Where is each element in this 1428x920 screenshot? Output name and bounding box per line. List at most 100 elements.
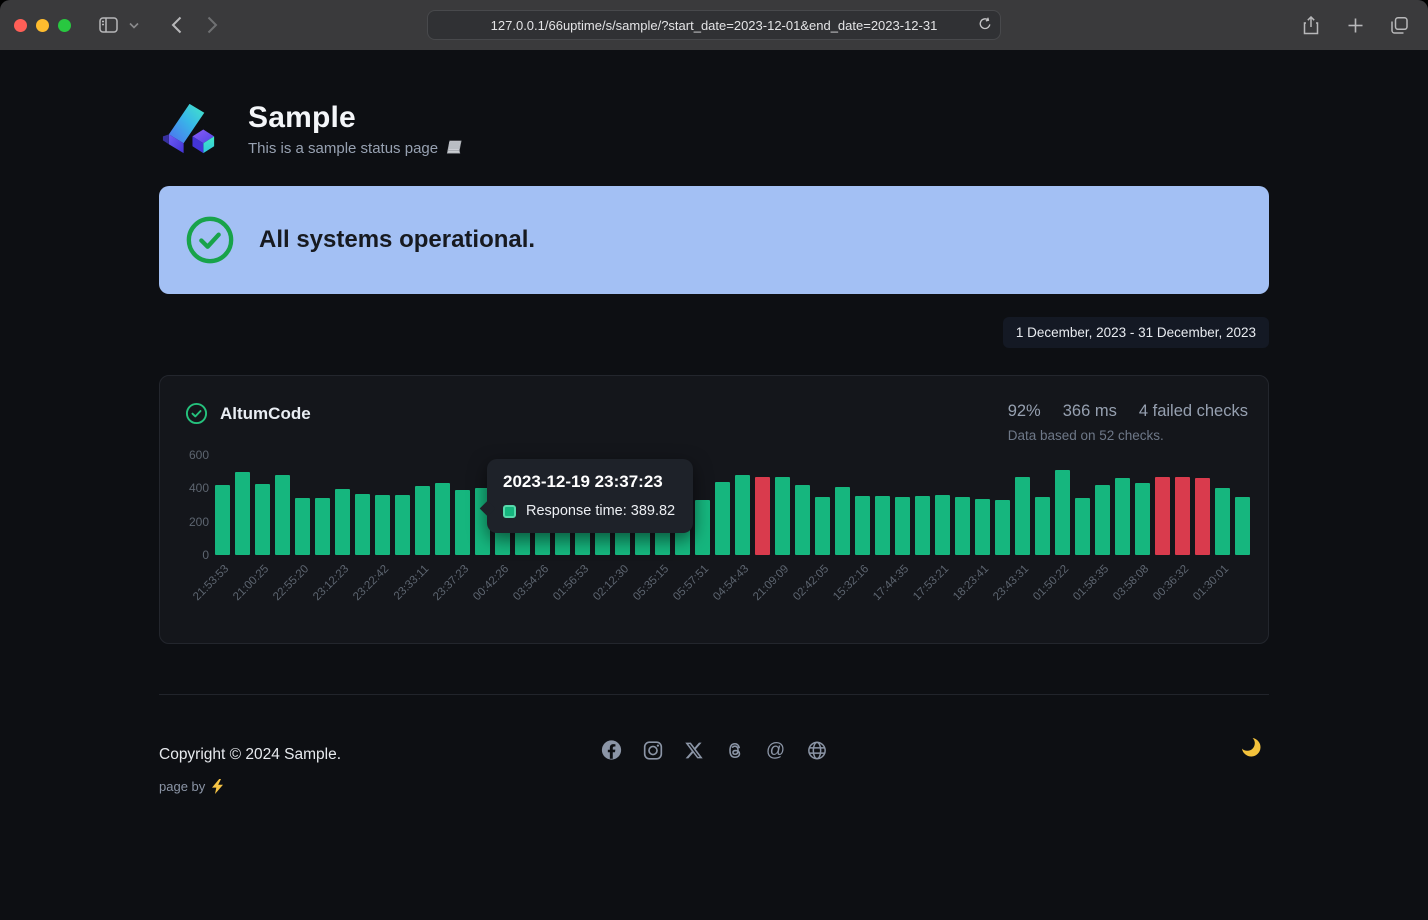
chart-bar[interactable] (455, 490, 470, 555)
site-logo-icon (159, 97, 222, 160)
x-axis-label: 01:30:01 (1191, 563, 1231, 603)
back-button[interactable] (161, 10, 191, 40)
x-axis-label: 23:22:42 (351, 563, 391, 603)
chevron-down-icon[interactable] (119, 10, 149, 40)
chart-bar[interactable] (1135, 483, 1150, 555)
globe-icon[interactable] (806, 739, 828, 761)
window-controls (14, 19, 71, 32)
x-axis-label: 05:35:15 (631, 563, 671, 603)
chart-bar[interactable] (1015, 477, 1030, 555)
x-axis-label: 23:43:31 (991, 563, 1031, 603)
chart-bar[interactable] (1095, 485, 1110, 555)
x-axis-label: 22:55:20 (271, 563, 311, 603)
instagram-icon[interactable] (642, 739, 664, 761)
lightning-bolt-icon[interactable] (211, 779, 224, 794)
chart-bar[interactable] (335, 489, 350, 555)
x-axis-label: 18:23:41 (951, 563, 991, 603)
reload-icon[interactable] (978, 16, 992, 35)
chart-bar[interactable] (1215, 488, 1230, 555)
average-response-time: 366 ms (1063, 402, 1117, 421)
browser-toolbar: 127.0.0.1/66uptime/s/sample/?start_date=… (0, 0, 1428, 50)
chart-bar[interactable] (995, 500, 1010, 555)
chart-bar[interactable] (715, 482, 730, 555)
y-axis-label: 400 (189, 481, 209, 495)
chart-bar[interactable] (915, 496, 930, 555)
minimize-window-button[interactable] (36, 19, 49, 32)
tab-overview-icon[interactable] (1384, 10, 1414, 40)
at-sign-glyph: @ (766, 741, 785, 760)
chart-bar[interactable] (1235, 497, 1250, 555)
chart-bar[interactable] (1075, 498, 1090, 555)
chart-bar[interactable] (315, 498, 330, 555)
chart-bar[interactable] (415, 486, 430, 555)
status-page: Sample This is a sample status page (0, 50, 1428, 920)
chart-bar[interactable] (775, 477, 790, 555)
monitor-up-icon (185, 402, 208, 425)
x-axis-label: 23:12:23 (311, 563, 351, 603)
x-icon[interactable] (683, 739, 705, 761)
x-axis-label: 21:09:09 (751, 563, 791, 603)
chart-bar[interactable] (975, 499, 990, 555)
chart-bar[interactable] (355, 494, 370, 555)
uptime-percentage: 92% (1008, 402, 1041, 421)
chart-x-axis: 21:53:5321:00:2522:55:2023:12:2323:22:42… (215, 555, 1250, 629)
x-axis-label: 01:50:22 (1031, 563, 1071, 603)
chart-bar[interactable] (855, 496, 870, 555)
chart-bar[interactable] (1195, 478, 1210, 555)
monitor-name: AltumCode (220, 404, 311, 424)
chart-tooltip: 2023-12-19 23:37:23 Response time: 389.8… (487, 459, 693, 533)
status-banner: All systems operational. (159, 186, 1269, 294)
new-tab-icon[interactable] (1340, 10, 1370, 40)
x-axis-label: 01:56:53 (551, 563, 591, 603)
chart-bar[interactable] (735, 475, 750, 555)
chart-bar[interactable] (275, 475, 290, 555)
x-axis-label: 03:58:08 (1111, 563, 1151, 603)
browser-window: 127.0.0.1/66uptime/s/sample/?start_date=… (0, 0, 1428, 920)
chart-bar[interactable] (935, 495, 950, 555)
threads-icon[interactable] (724, 739, 746, 761)
chart-bar[interactable] (755, 477, 770, 555)
chart-bar[interactable] (795, 485, 810, 555)
chart-bar[interactable] (1055, 470, 1070, 555)
crescent-moon-icon (1239, 735, 1263, 759)
x-axis-label: 21:00:25 (231, 563, 271, 603)
chart-bar[interactable] (255, 484, 270, 555)
chart-bar[interactable] (1115, 478, 1130, 555)
share-icon[interactable] (1296, 10, 1326, 40)
facebook-icon[interactable] (601, 739, 623, 761)
at-sign-icon[interactable]: @ (765, 739, 787, 761)
y-axis-label: 200 (189, 515, 209, 529)
chart-bar[interactable] (435, 483, 450, 555)
chart-bar[interactable] (815, 497, 830, 555)
chart-bar[interactable] (295, 498, 310, 555)
page-by-text: page by (159, 779, 205, 794)
x-axis-label: 15:32:16 (831, 563, 871, 603)
chart-bar[interactable] (695, 500, 710, 555)
status-banner-message: All systems operational. (259, 226, 535, 254)
chart-bar[interactable] (895, 497, 910, 555)
forward-button[interactable] (197, 10, 227, 40)
chart-bar[interactable] (235, 472, 250, 555)
chart-bar[interactable] (835, 487, 850, 555)
checks-note: Data based on 52 checks. (1008, 428, 1248, 443)
monitor-card: AltumCode 92% 366 ms 4 failed checks Dat… (159, 375, 1269, 644)
x-axis-label: 03:54:26 (511, 563, 551, 603)
dark-mode-toggle[interactable] (1239, 735, 1263, 759)
x-axis-label: 02:42:05 (791, 563, 831, 603)
chart-bar[interactable] (1035, 497, 1050, 555)
date-range-badge[interactable]: 1 December, 2023 - 31 December, 2023 (1003, 317, 1269, 348)
check-circle-icon (185, 215, 235, 265)
chart-bar[interactable] (1155, 477, 1170, 555)
zoom-window-button[interactable] (58, 19, 71, 32)
page-footer: Copyright © 2024 Sample. page by (159, 694, 1269, 794)
response-time-chart: 6004002000 2023-12-19 23:37:23 Response … (185, 455, 1248, 629)
tooltip-series-swatch (503, 505, 516, 518)
close-window-button[interactable] (14, 19, 27, 32)
chart-bar[interactable] (375, 495, 390, 555)
chart-bar[interactable] (875, 496, 890, 555)
chart-bar[interactable] (395, 495, 410, 555)
address-bar[interactable]: 127.0.0.1/66uptime/s/sample/?start_date=… (427, 10, 1001, 40)
chart-bar[interactable] (215, 485, 230, 555)
chart-bar[interactable] (955, 497, 970, 555)
chart-bar[interactable] (1175, 477, 1190, 555)
